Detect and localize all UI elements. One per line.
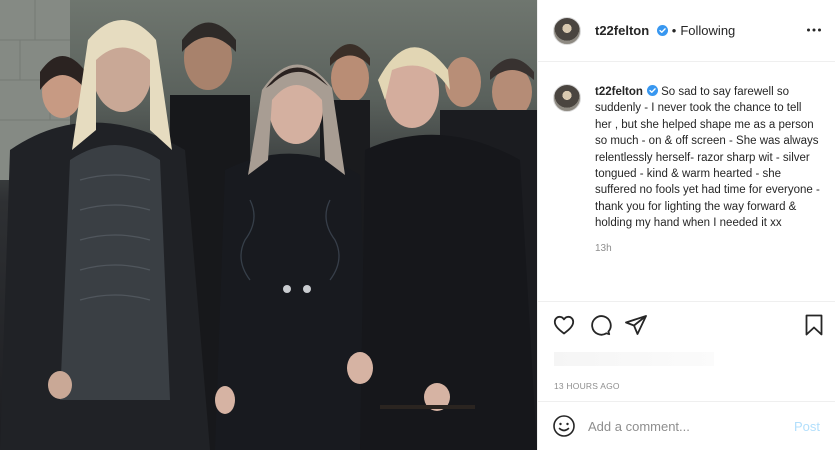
instagram-post: t22felton • Following t22felton So sad t… bbox=[0, 0, 835, 450]
likes-placeholder bbox=[554, 352, 714, 366]
comment-icon[interactable] bbox=[588, 313, 612, 337]
caption-avatar[interactable] bbox=[553, 84, 581, 112]
post-header: t22felton • Following bbox=[538, 0, 835, 62]
header-username[interactable]: t22felton bbox=[595, 23, 668, 38]
verified-badge-icon bbox=[656, 25, 668, 36]
caption-timestamp[interactable]: 13h bbox=[595, 243, 820, 254]
verified-badge-icon bbox=[646, 85, 658, 96]
caption-message: So sad to say farewell so suddenly - I n… bbox=[595, 86, 820, 230]
ellipsis-icon[interactable] bbox=[806, 22, 822, 38]
post-date[interactable]: 13 HOURS AGO bbox=[554, 381, 620, 391]
post-sidebar: t22felton • Following t22felton So sad t… bbox=[537, 0, 835, 450]
comment-input[interactable] bbox=[588, 415, 784, 437]
bookmark-icon[interactable] bbox=[802, 313, 826, 337]
post-photo[interactable] bbox=[0, 0, 537, 450]
share-icon[interactable] bbox=[624, 313, 648, 337]
avatar[interactable] bbox=[553, 16, 581, 45]
caption-username[interactable]: t22felton bbox=[595, 85, 658, 98]
caption-body: t22felton So sad to say farewell so sudd… bbox=[595, 84, 820, 254]
caption-text: t22felton So sad to say farewell so sudd… bbox=[595, 84, 820, 232]
smiley-icon[interactable] bbox=[552, 414, 576, 438]
post-photo-illustration bbox=[0, 0, 537, 450]
following-button[interactable]: Following bbox=[680, 23, 735, 38]
header-separator: • bbox=[671, 23, 677, 38]
heart-icon[interactable] bbox=[552, 313, 576, 337]
caption: t22felton So sad to say farewell so sudd… bbox=[553, 84, 823, 254]
action-bar bbox=[538, 301, 835, 347]
post-comment-button[interactable]: Post bbox=[794, 419, 820, 434]
comment-bar: Post bbox=[538, 401, 835, 450]
